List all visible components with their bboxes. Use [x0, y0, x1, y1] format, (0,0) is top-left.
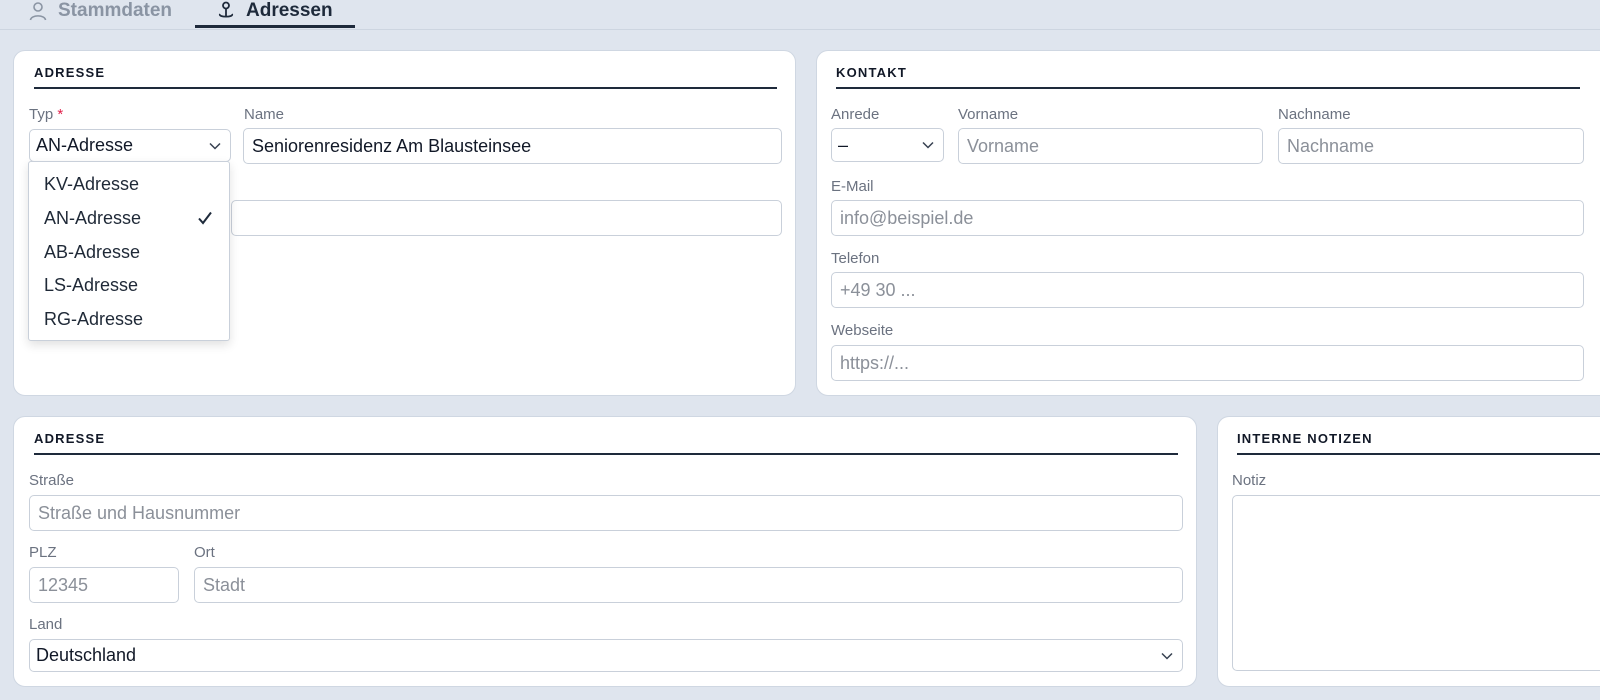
- chevron-down-icon: [922, 141, 934, 149]
- required-mark: *: [57, 106, 64, 123]
- strasse-placeholder: Straße und Hausnummer: [38, 502, 241, 523]
- tab-adressen-label: Adressen: [246, 0, 333, 21]
- card-title: ADRESSE: [34, 65, 106, 80]
- typ-select[interactable]: AN-Adresse: [29, 129, 231, 162]
- vorname-label: Vorname: [958, 106, 1019, 123]
- ort-placeholder: Stadt: [203, 574, 246, 595]
- name-input-value: Seniorenresidenz Am Blausteinsee: [252, 135, 532, 156]
- anrede-label: Anrede: [831, 106, 880, 123]
- nachname-placeholder: Nachname: [1287, 135, 1375, 156]
- chevron-down-icon: [209, 142, 221, 150]
- telefon-input[interactable]: +49 30 ...: [831, 272, 1584, 308]
- tab-adressen[interactable]: Adressen: [216, 0, 333, 28]
- ort-label: Ort: [194, 544, 215, 561]
- dropdown-option-kv[interactable]: KV-Adresse: [44, 174, 139, 195]
- card-title-rule: [34, 453, 1178, 455]
- user-icon: [29, 2, 47, 21]
- anrede-select[interactable]: –: [831, 128, 944, 162]
- nachname-label: Nachname: [1278, 106, 1351, 123]
- notiz-label: Notiz: [1232, 472, 1267, 489]
- dropdown-option-rg[interactable]: RG-Adresse: [44, 309, 143, 330]
- dropdown-option-ab[interactable]: AB-Adresse: [44, 242, 140, 263]
- telefon-label: Telefon: [831, 250, 880, 267]
- typ-dropdown-menu: KV-Adresse AN-Adresse AB-Adresse LS-Adre…: [28, 161, 230, 341]
- notiz-textarea[interactable]: [1232, 495, 1600, 671]
- webseite-input[interactable]: https://...: [831, 345, 1584, 381]
- active-tab-indicator: [195, 25, 355, 28]
- vorname-input[interactable]: Vorname: [958, 128, 1263, 164]
- plz-placeholder: 12345: [38, 574, 89, 595]
- tab-stammdaten-label: Stammdaten: [58, 0, 173, 21]
- card-title-rule: [34, 87, 777, 89]
- telefon-placeholder: +49 30 ...: [840, 279, 916, 300]
- card-title: KONTAKT: [836, 65, 907, 80]
- typ-label-text: Typ: [29, 106, 54, 123]
- card-title: ADRESSE: [34, 431, 106, 446]
- contact-card: KONTAKT Anrede – Vorname Vorname Nachnam…: [816, 50, 1600, 396]
- email-label: E-Mail: [831, 178, 874, 195]
- typ-label: Typ *: [29, 106, 63, 123]
- typ-select-value: AN-Adresse: [36, 135, 134, 155]
- chevron-down-icon: [1161, 652, 1173, 660]
- card-title: INTERNE NOTIZEN: [1237, 431, 1373, 446]
- strasse-label: Straße: [29, 472, 75, 489]
- land-select-value: Deutschland: [36, 645, 137, 665]
- land-label: Land: [29, 616, 63, 633]
- notes-card: INTERNE NOTIZEN Notiz: [1217, 416, 1600, 687]
- name-label: Name: [244, 106, 285, 123]
- vorname-placeholder: Vorname: [967, 135, 1040, 156]
- tab-stammdaten[interactable]: Stammdaten: [28, 0, 172, 28]
- webseite-label: Webseite: [831, 322, 894, 339]
- name-input[interactable]: Seniorenresidenz Am Blausteinsee: [243, 128, 782, 164]
- dropdown-option-ls[interactable]: LS-Adresse: [44, 275, 138, 296]
- email-placeholder: info@beispiel.de: [840, 207, 974, 228]
- card-title-rule: [1237, 453, 1600, 455]
- webseite-placeholder: https://...: [840, 352, 910, 373]
- card-title-rule: [836, 87, 1580, 89]
- land-select[interactable]: Deutschland: [29, 639, 1183, 672]
- anrede-select-value: –: [838, 134, 849, 155]
- street-address-card: ADRESSE Straße Straße und Hausnummer PLZ…: [13, 416, 1197, 687]
- plz-label: PLZ: [29, 544, 57, 561]
- nachname-input[interactable]: Nachname: [1278, 128, 1584, 164]
- map-pin-icon: [219, 1, 233, 18]
- strasse-input[interactable]: Straße und Hausnummer: [29, 495, 1183, 531]
- ort-input[interactable]: Stadt: [194, 567, 1183, 603]
- tab-bar: Stammdaten Adressen: [0, 0, 1600, 30]
- second-input[interactable]: [231, 200, 782, 236]
- plz-input[interactable]: 12345: [29, 567, 179, 603]
- checkmark-icon: [198, 211, 212, 225]
- dropdown-option-an[interactable]: AN-Adresse: [44, 208, 141, 229]
- email-input[interactable]: info@beispiel.de: [831, 200, 1584, 236]
